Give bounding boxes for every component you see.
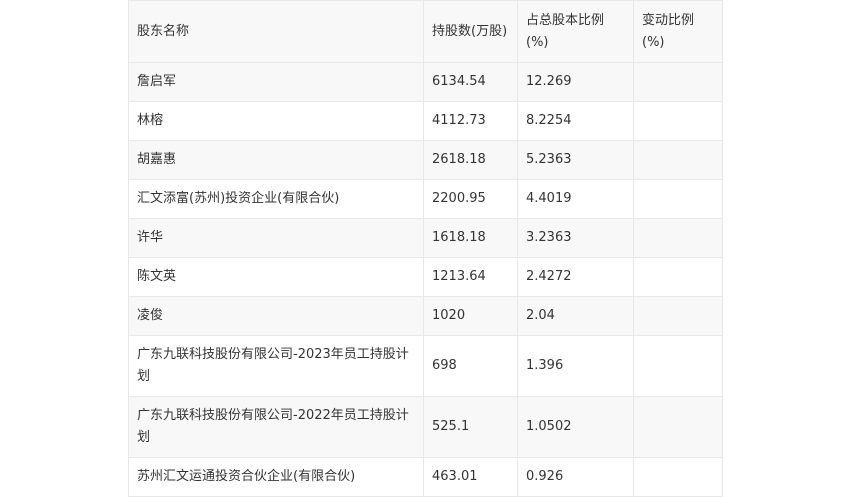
table-body: 詹启军 6134.54 12.269 林榕 4112.73 8.2254 胡嘉惠… xyxy=(128,62,723,497)
cell-ratio: 2.4272 xyxy=(517,257,634,297)
table-row: 胡嘉惠 2618.18 5.2363 xyxy=(128,140,723,180)
cell-name: 凌俊 xyxy=(128,296,424,336)
cell-change xyxy=(633,140,723,180)
table-row: 詹启军 6134.54 12.269 xyxy=(128,62,723,102)
cell-shares: 2200.95 xyxy=(423,179,518,219)
cell-shares: 1020 xyxy=(423,296,518,336)
table-row: 陈文英 1213.64 2.4272 xyxy=(128,257,723,297)
cell-ratio: 0.926 xyxy=(517,457,634,497)
shareholder-table: 股东名称 持股数(万股) 占总股本比例(%) 变动比例(%) 詹启军 6134.… xyxy=(128,0,723,497)
cell-ratio: 2.04 xyxy=(517,296,634,336)
cell-name: 苏州汇文运通投资合伙企业(有限合伙) xyxy=(128,457,424,497)
cell-shares: 525.1 xyxy=(423,396,518,458)
table-row: 林榕 4112.73 8.2254 xyxy=(128,101,723,141)
header-ratio: 占总股本比例(%) xyxy=(517,0,634,63)
table-row: 苏州汇文运通投资合伙企业(有限合伙) 463.01 0.926 xyxy=(128,457,723,497)
cell-name: 胡嘉惠 xyxy=(128,140,424,180)
cell-change xyxy=(633,257,723,297)
cell-name: 汇文添富(苏州)投资企业(有限合伙) xyxy=(128,179,424,219)
table-row: 广东九联科技股份有限公司-2023年员工持股计划 698 1.396 xyxy=(128,335,723,397)
cell-change xyxy=(633,101,723,141)
table-header: 股东名称 持股数(万股) 占总股本比例(%) 变动比例(%) xyxy=(128,0,723,63)
cell-shares: 4112.73 xyxy=(423,101,518,141)
cell-change xyxy=(633,296,723,336)
table-row: 凌俊 1020 2.04 xyxy=(128,296,723,336)
cell-name: 广东九联科技股份有限公司-2023年员工持股计划 xyxy=(128,335,424,397)
cell-name: 许华 xyxy=(128,218,424,258)
cell-name: 詹启军 xyxy=(128,62,424,102)
cell-shares: 463.01 xyxy=(423,457,518,497)
cell-name: 广东九联科技股份有限公司-2022年员工持股计划 xyxy=(128,396,424,458)
cell-shares: 1618.18 xyxy=(423,218,518,258)
cell-shares: 2618.18 xyxy=(423,140,518,180)
table-row: 许华 1618.18 3.2363 xyxy=(128,218,723,258)
cell-ratio: 8.2254 xyxy=(517,101,634,141)
cell-ratio: 1.396 xyxy=(517,335,634,397)
cell-name: 林榕 xyxy=(128,101,424,141)
cell-change xyxy=(633,335,723,397)
cell-shares: 698 xyxy=(423,335,518,397)
cell-change xyxy=(633,457,723,497)
header-row: 股东名称 持股数(万股) 占总股本比例(%) 变动比例(%) xyxy=(128,0,723,63)
header-shares: 持股数(万股) xyxy=(423,0,518,63)
cell-shares: 1213.64 xyxy=(423,257,518,297)
header-shareholder-name: 股东名称 xyxy=(128,0,424,63)
cell-change xyxy=(633,396,723,458)
cell-change xyxy=(633,218,723,258)
cell-ratio: 12.269 xyxy=(517,62,634,102)
cell-name: 陈文英 xyxy=(128,257,424,297)
cell-ratio: 3.2363 xyxy=(517,218,634,258)
cell-change xyxy=(633,62,723,102)
cell-ratio: 1.0502 xyxy=(517,396,634,458)
table-row: 汇文添富(苏州)投资企业(有限合伙) 2200.95 4.4019 xyxy=(128,179,723,219)
shareholder-table-container: 股东名称 持股数(万股) 占总股本比例(%) 变动比例(%) 詹启军 6134.… xyxy=(128,0,723,497)
cell-change xyxy=(633,179,723,219)
header-change: 变动比例(%) xyxy=(633,0,723,63)
cell-ratio: 4.4019 xyxy=(517,179,634,219)
table-row: 广东九联科技股份有限公司-2022年员工持股计划 525.1 1.0502 xyxy=(128,396,723,458)
cell-shares: 6134.54 xyxy=(423,62,518,102)
cell-ratio: 5.2363 xyxy=(517,140,634,180)
